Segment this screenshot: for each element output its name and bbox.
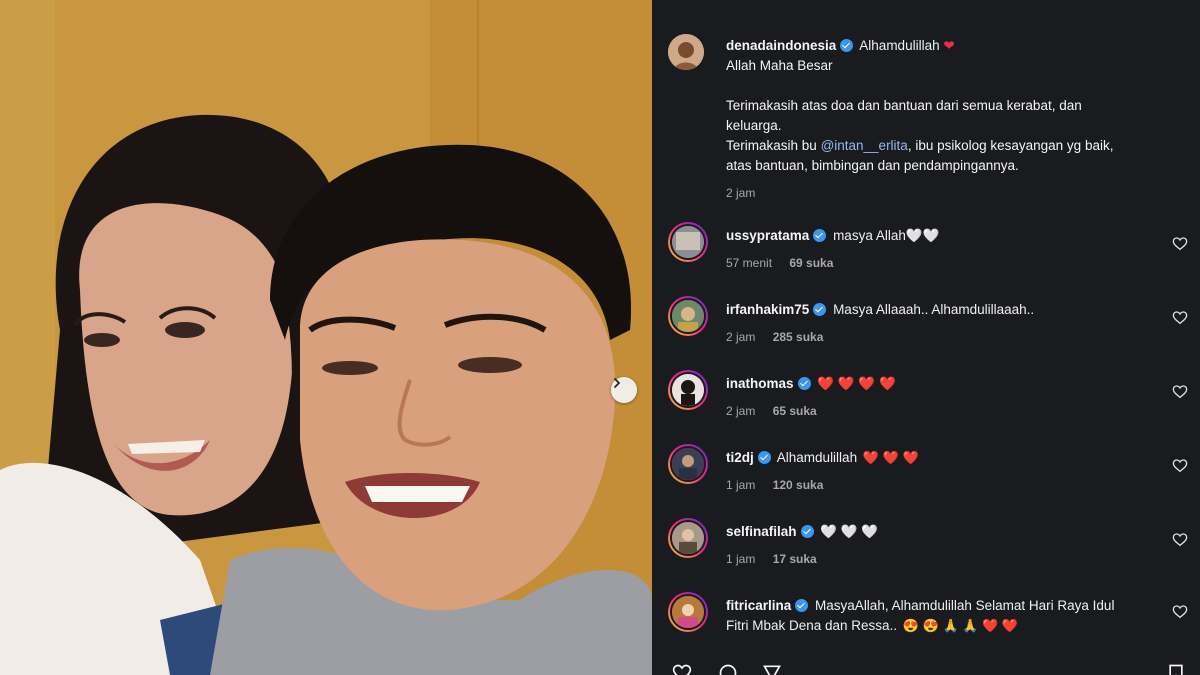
- like-icon[interactable]: [670, 663, 694, 675]
- comment-item: selfinafilah 🤍 🤍 🤍 1 jam 17 suka: [668, 518, 1188, 578]
- comment-username[interactable]: selfinafilah: [726, 524, 797, 539]
- avatar-image: [672, 374, 704, 406]
- heart-outline-icon[interactable]: [1172, 236, 1188, 252]
- comment-time: 1 jam: [726, 478, 756, 492]
- post-caption: denadaindonesia Alhamdulillah ❤ Allah Ma…: [668, 34, 1188, 204]
- avatar-image: [672, 596, 704, 628]
- caption-time: 2 jam: [726, 186, 756, 200]
- post-actions-bar: [668, 663, 1188, 675]
- avatar[interactable]: [668, 518, 708, 558]
- instagram-post-view: denadaindonesia Alhamdulillah ❤ Allah Ma…: [0, 0, 1200, 675]
- verified-badge-icon: [800, 525, 814, 538]
- heart-outline-icon[interactable]: [1172, 384, 1188, 400]
- heart-outline-icon[interactable]: [1172, 604, 1188, 620]
- caption-line-5: Terimakasih bu: [726, 138, 817, 153]
- caption-line-7: atas bantuan, bimbingan dan pendampingan…: [726, 158, 1019, 173]
- comment-time: 57 menit: [726, 256, 773, 270]
- comment-meta: 57 menit 69 suka: [726, 253, 1158, 273]
- caption-text: denadaindonesia Alhamdulillah ❤ Allah Ma…: [726, 36, 1158, 203]
- caption-line-1: Alhamdulillah: [859, 38, 940, 53]
- comment-meta: 1 jam 120 suka: [726, 475, 1158, 495]
- save-icon[interactable]: [1166, 663, 1186, 675]
- heart-outline-icon[interactable]: [1172, 458, 1188, 474]
- comment-likes[interactable]: 69 suka: [789, 256, 833, 270]
- verified-badge-icon: [813, 303, 827, 316]
- avatar[interactable]: [668, 592, 708, 632]
- caption-line-6: , ibu psikolog kesayangan yg baik,: [907, 138, 1114, 153]
- comment-body: ussypratama masya Allah🤍🤍 57 menit 69 su…: [726, 226, 1158, 273]
- avatar[interactable]: [668, 222, 708, 262]
- comment-text: Alhamdulillah: [776, 450, 858, 465]
- verified-badge-icon: [840, 39, 854, 52]
- comment-text: MasyaAllah, Alhamdulillah Selamat Hari R…: [815, 598, 1115, 613]
- caption-line-3: Terimakasih atas doa dan bantuan dari se…: [726, 98, 1082, 113]
- avatar-image: [672, 522, 704, 554]
- comment-body: ti2dj Alhamdulillah ❤️ ❤️ ❤️ 1 jam 120 s…: [726, 448, 1158, 495]
- mention-link[interactable]: @intan__erlita: [821, 138, 908, 153]
- comment-item: ti2dj Alhamdulillah ❤️ ❤️ ❤️ 1 jam 120 s…: [668, 444, 1188, 504]
- comment-time: 2 jam: [726, 330, 756, 344]
- comment-body: fitricarlina MasyaAllah, Alhamdulillah S…: [726, 596, 1158, 636]
- post-username[interactable]: denadaindonesia: [726, 38, 836, 53]
- comment-meta: 1 jam 17 suka: [726, 549, 1158, 569]
- comment-item: fitricarlina MasyaAllah, Alhamdulillah S…: [668, 592, 1188, 662]
- heart-emoji: ❤: [943, 38, 955, 53]
- avatar-image: [668, 34, 704, 70]
- verified-badge-icon: [813, 229, 827, 242]
- selfie-illustration: [0, 0, 652, 675]
- heart-outline-icon[interactable]: [1172, 310, 1188, 326]
- avatar-image: [672, 448, 704, 480]
- avatar-image: [672, 300, 704, 332]
- avatar[interactable]: [668, 370, 708, 410]
- chevron-right-icon: [614, 378, 620, 388]
- comment-icon[interactable]: [716, 663, 740, 675]
- heart-outline-icon[interactable]: [1172, 532, 1188, 548]
- comment-item: ussypratama masya Allah🤍🤍 57 menit 69 su…: [668, 222, 1188, 282]
- comment-time: 1 jam: [726, 552, 756, 566]
- comment-time: 2 jam: [726, 404, 756, 418]
- comment-username[interactable]: inathomas: [726, 376, 794, 391]
- comment-emoji: ❤️ ❤️ ❤️: [862, 450, 919, 465]
- comment-text: masya Allah🤍🤍: [833, 228, 940, 243]
- comment-item: inathomas ❤️ ❤️ ❤️ ❤️ 2 jam 65 suka: [668, 370, 1188, 430]
- verified-badge-icon: [795, 599, 809, 612]
- comment-likes[interactable]: 65 suka: [773, 404, 817, 418]
- caption-meta: 2 jam: [726, 183, 1158, 203]
- comment-body: irfanhakim75 Masya Allaaah.. Alhamdulill…: [726, 300, 1158, 347]
- comment-body: inathomas ❤️ ❤️ ❤️ ❤️ 2 jam 65 suka: [726, 374, 1158, 421]
- comment-text: 🤍 🤍 🤍: [820, 524, 879, 539]
- caption-line-4: keluarga.: [726, 118, 782, 133]
- comment-meta: 2 jam 285 suka: [726, 327, 1158, 347]
- comment-item: irfanhakim75 Masya Allaaah.. Alhamdulill…: [668, 296, 1188, 356]
- post-photo[interactable]: [0, 0, 652, 675]
- comment-body: selfinafilah 🤍 🤍 🤍 1 jam 17 suka: [726, 522, 1158, 569]
- comment-text: Masya Allaaah.. Alhamdulillaaah..: [833, 302, 1035, 317]
- share-icon[interactable]: [760, 663, 784, 675]
- comment-username[interactable]: ti2dj: [726, 450, 754, 465]
- avatar[interactable]: [668, 444, 708, 484]
- comment-username[interactable]: fitricarlina: [726, 598, 791, 613]
- comment-meta: 2 jam 65 suka: [726, 401, 1158, 421]
- verified-badge-icon: [757, 451, 771, 464]
- caption-line-2: Allah Maha Besar: [726, 58, 833, 73]
- comment-text-line-2: Fitri Mbak Dena dan Ressa..: [726, 618, 898, 633]
- next-photo-button[interactable]: [611, 377, 637, 403]
- avatar-image: [672, 226, 704, 258]
- comment-likes[interactable]: 285 suka: [773, 330, 824, 344]
- comment-likes[interactable]: 120 suka: [773, 478, 824, 492]
- comment-emoji: 😍 😍 🙏 🙏 ❤️ ❤️: [902, 618, 1019, 633]
- comment-text: ❤️ ❤️ ❤️ ❤️: [817, 376, 896, 391]
- comment-username[interactable]: ussypratama: [726, 228, 809, 243]
- comment-likes[interactable]: 17 suka: [773, 552, 817, 566]
- comments-panel: denadaindonesia Alhamdulillah ❤ Allah Ma…: [652, 0, 1200, 675]
- avatar[interactable]: [668, 296, 708, 336]
- verified-badge-icon: [797, 377, 811, 390]
- comment-username[interactable]: irfanhakim75: [726, 302, 809, 317]
- avatar[interactable]: [668, 34, 704, 70]
